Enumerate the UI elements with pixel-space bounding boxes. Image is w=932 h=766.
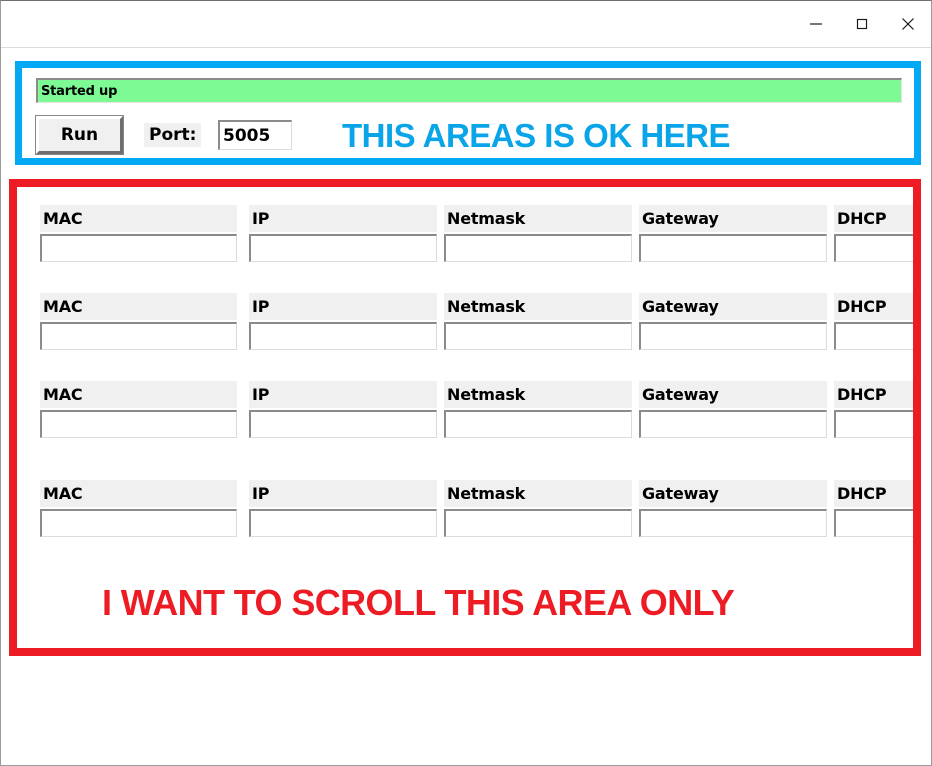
dhcp-input[interactable] (834, 234, 913, 262)
field-group-mac: MAC (40, 480, 237, 537)
field-group-ip: IP (249, 381, 437, 438)
maximize-button[interactable] (839, 2, 885, 46)
minimize-icon (808, 16, 824, 32)
scroll-area-annotation-label: I WANT TO SCROLL THIS AREA ONLY (102, 582, 735, 623)
top-panel-annotation-box: Started up Run Port: THIS AREAS IS OK HE… (15, 61, 921, 165)
field-group-gateway: Gateway (639, 480, 827, 537)
title-bar (1, 1, 931, 48)
field-group-gateway: Gateway (639, 293, 827, 350)
field-group-ip: IP (249, 480, 437, 537)
device-list-scroll-area[interactable]: MAC IP Netmask Gateway DHCP MAC IP Netma… (17, 187, 913, 648)
field-label-gateway: Gateway (639, 205, 827, 232)
mac-input[interactable] (40, 509, 237, 537)
top-annotation-label: THIS AREAS IS OK HERE (342, 117, 731, 154)
mac-input[interactable] (40, 322, 237, 350)
field-group-mac: MAC (40, 381, 237, 438)
field-group-netmask: Netmask (444, 205, 632, 262)
netmask-input[interactable] (444, 410, 632, 438)
field-label-netmask: Netmask (444, 293, 632, 320)
field-label-ip: IP (249, 381, 437, 408)
table-row: MAC IP Netmask Gateway DHCP (17, 293, 913, 358)
field-label-netmask: Netmask (444, 480, 632, 507)
close-icon (899, 15, 917, 33)
field-label-dhcp: DHCP (834, 381, 913, 408)
field-group-ip: IP (249, 205, 437, 262)
gateway-input[interactable] (639, 322, 827, 350)
field-label-dhcp: DHCP (834, 293, 913, 320)
field-group-mac: MAC (40, 205, 237, 262)
table-row: MAC IP Netmask Gateway DHCP (17, 480, 913, 545)
mac-input[interactable] (40, 234, 237, 262)
field-label-mac: MAC (40, 480, 237, 507)
netmask-input[interactable] (444, 509, 632, 537)
field-label-dhcp: DHCP (834, 205, 913, 232)
field-label-netmask: Netmask (444, 205, 632, 232)
status-text: Started up (41, 83, 118, 99)
dhcp-input[interactable] (834, 322, 913, 350)
field-label-gateway: Gateway (639, 480, 827, 507)
field-label-ip: IP (249, 293, 437, 320)
field-group-dhcp: DHCP (834, 381, 913, 438)
dhcp-input[interactable] (834, 410, 913, 438)
mac-input[interactable] (40, 410, 237, 438)
field-label-mac: MAC (40, 205, 237, 232)
ip-input[interactable] (249, 410, 437, 438)
field-group-dhcp: DHCP (834, 480, 913, 537)
netmask-input[interactable] (444, 234, 632, 262)
field-group-netmask: Netmask (444, 480, 632, 537)
table-row: MAC IP Netmask Gateway DHCP (17, 381, 913, 446)
close-button[interactable] (885, 2, 931, 46)
field-group-gateway: Gateway (639, 381, 827, 438)
field-label-gateway: Gateway (639, 293, 827, 320)
field-group-gateway: Gateway (639, 205, 827, 262)
ip-input[interactable] (249, 322, 437, 350)
ip-input[interactable] (249, 234, 437, 262)
field-label-mac: MAC (40, 293, 237, 320)
field-group-netmask: Netmask (444, 293, 632, 350)
ip-input[interactable] (249, 509, 437, 537)
field-group-dhcp: DHCP (834, 293, 913, 350)
scroll-area-annotation-box: MAC IP Netmask Gateway DHCP MAC IP Netma… (9, 179, 921, 656)
field-label-dhcp: DHCP (834, 480, 913, 507)
table-row: MAC IP Netmask Gateway DHCP (17, 205, 913, 270)
minimize-button[interactable] (793, 2, 839, 46)
gateway-input[interactable] (639, 410, 827, 438)
field-label-netmask: Netmask (444, 381, 632, 408)
field-label-ip: IP (249, 480, 437, 507)
field-group-netmask: Netmask (444, 381, 632, 438)
netmask-input[interactable] (444, 322, 632, 350)
port-label: Port: (144, 123, 202, 147)
maximize-icon (854, 16, 870, 32)
application-window: Started up Run Port: THIS AREAS IS OK HE… (0, 0, 932, 766)
field-group-mac: MAC (40, 293, 237, 350)
gateway-input[interactable] (639, 509, 827, 537)
field-label-mac: MAC (40, 381, 237, 408)
run-button[interactable]: Run (35, 115, 124, 155)
field-label-gateway: Gateway (639, 381, 827, 408)
field-label-ip: IP (249, 205, 437, 232)
status-bar: Started up (36, 78, 902, 103)
top-control-panel: Started up Run Port: THIS AREAS IS OK HE… (22, 68, 914, 158)
field-group-ip: IP (249, 293, 437, 350)
port-input[interactable] (218, 120, 292, 150)
gateway-input[interactable] (639, 234, 827, 262)
dhcp-input[interactable] (834, 509, 913, 537)
field-group-dhcp: DHCP (834, 205, 913, 262)
